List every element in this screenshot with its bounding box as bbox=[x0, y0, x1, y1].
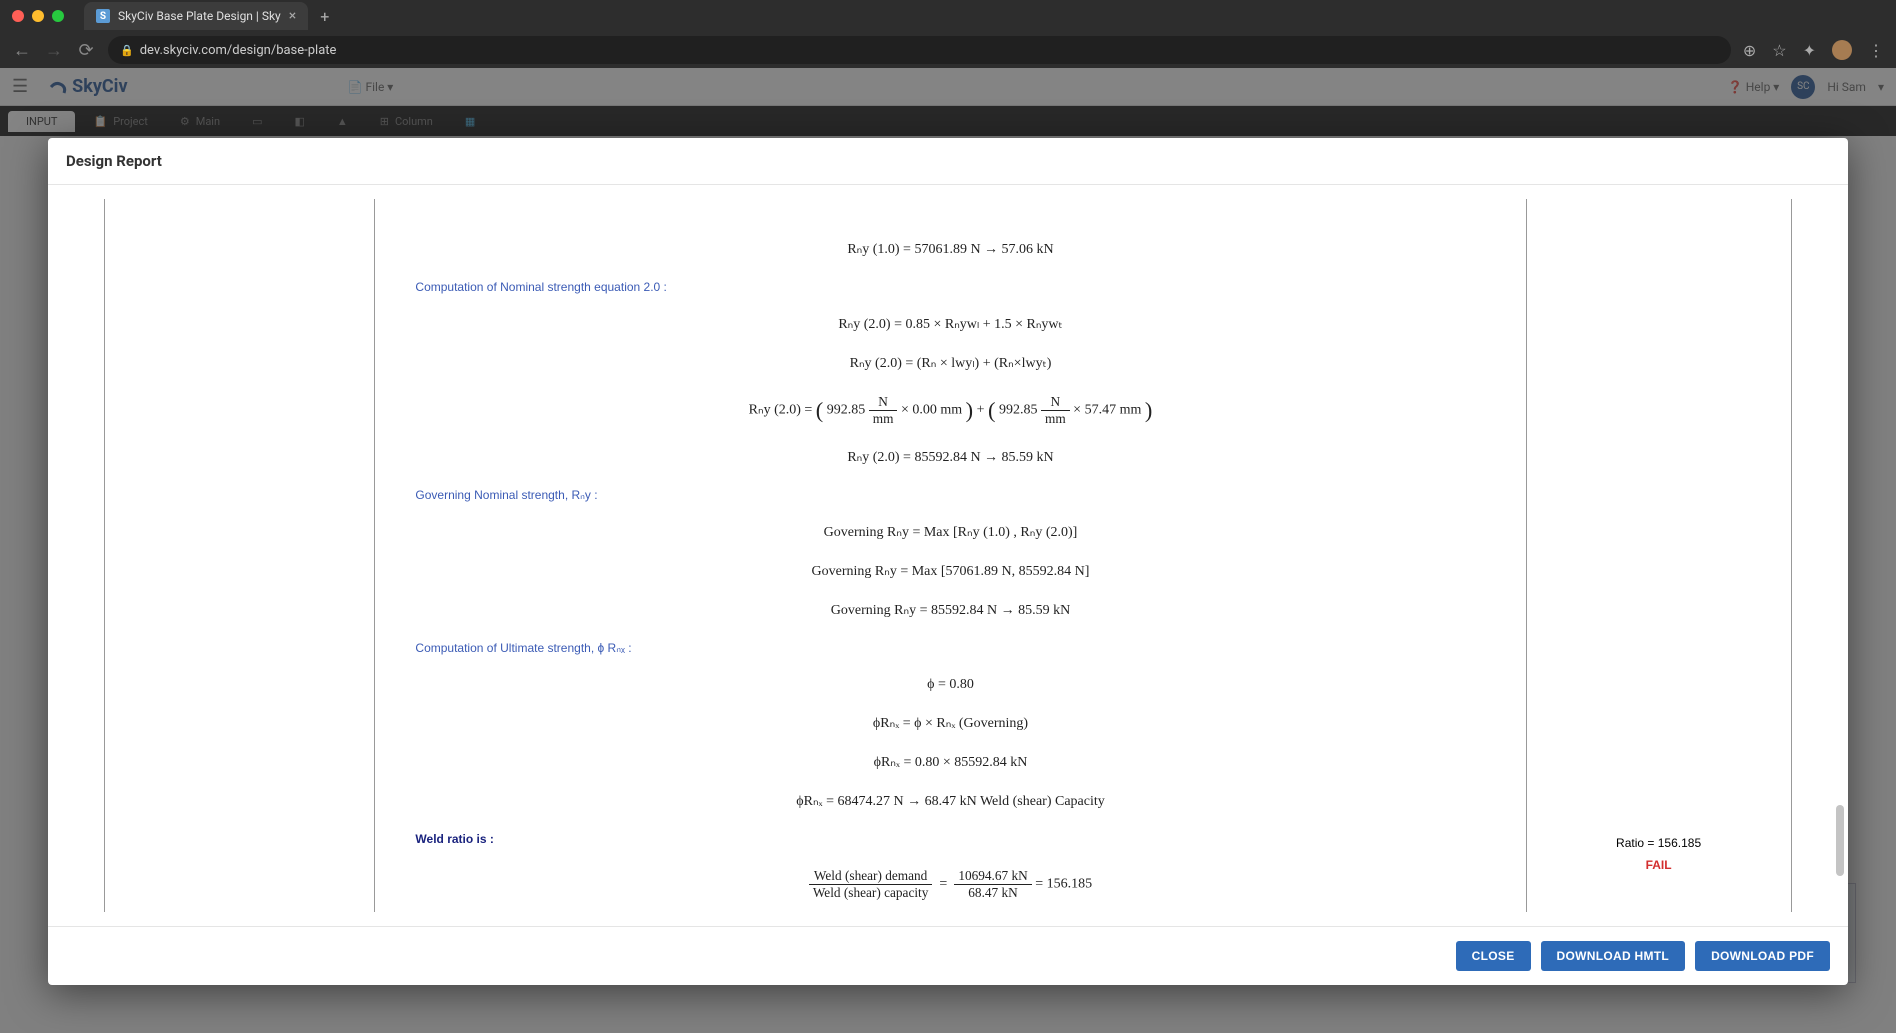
report-page: Rₙy (1.0) = 57061.89 N → 57.06 kN Comput… bbox=[104, 199, 1791, 912]
minimize-window-button[interactable] bbox=[32, 10, 44, 22]
modal-title: Design Report bbox=[48, 138, 1848, 185]
heading-governing: Governing Nominal strength, Rₙy : bbox=[415, 488, 1485, 502]
modal-footer: CLOSE DOWNLOAD HMTL DOWNLOAD PDF bbox=[48, 926, 1848, 985]
equation-6: Governing Rₙy = Max [Rₙy (1.0) , Rₙy (2.… bbox=[415, 524, 1485, 541]
maximize-window-button[interactable] bbox=[52, 10, 64, 22]
heading-nominal: Computation of Nominal strength equation… bbox=[415, 280, 1485, 294]
equation-2: Rₙy (2.0) = 0.85 × Rₙywₗ + 1.5 × Rₙywₜ bbox=[415, 316, 1485, 333]
back-icon[interactable]: ← bbox=[12, 40, 32, 61]
equation-5: Rₙy (2.0) = 85592.84 N → 85.59 kN bbox=[415, 449, 1485, 466]
browser-tab-bar: S SkyCiv Base Plate Design | Sky × + bbox=[0, 0, 1896, 32]
site-favicon: S bbox=[96, 9, 110, 23]
equation-12: ϕRₙₓ = 68474.27 N → 68.47 kN Weld (shear… bbox=[415, 793, 1485, 810]
equation-7: Governing Rₙy = Max [57061.89 N, 85592.8… bbox=[415, 563, 1485, 580]
url-text: dev.skyciv.com/design/base-plate bbox=[140, 43, 337, 58]
equation-8: Governing Rₙy = 85592.84 N → 85.59 kN bbox=[415, 602, 1485, 619]
equation-9: ϕ = 0.80 bbox=[415, 677, 1485, 693]
close-window-button[interactable] bbox=[12, 10, 24, 22]
report-main-column: Rₙy (1.0) = 57061.89 N → 57.06 kN Comput… bbox=[375, 199, 1525, 912]
ratio-value: Ratio = 156.185 bbox=[1527, 836, 1791, 850]
modal-body[interactable]: Rₙy (1.0) = 57061.89 N → 57.06 kN Comput… bbox=[48, 185, 1848, 926]
download-html-button[interactable]: DOWNLOAD HMTL bbox=[1541, 941, 1686, 971]
close-button[interactable]: CLOSE bbox=[1456, 941, 1531, 971]
equation-3: Rₙy (2.0) = (Rₙ × lwyₗ) + (Rₙ×lwyₜ) bbox=[415, 355, 1485, 372]
ratio-summary: Ratio = 156.185 FAIL bbox=[1527, 836, 1791, 872]
heading-weld-ratio: Weld ratio is : bbox=[415, 832, 1485, 846]
window-controls bbox=[12, 10, 64, 22]
close-tab-icon[interactable]: × bbox=[289, 8, 296, 24]
reload-icon[interactable]: ⟳ bbox=[76, 40, 96, 61]
browser-menu-icon[interactable]: ⋮ bbox=[1868, 41, 1884, 60]
equation-4: Rₙy (2.0) = ( 992.85 Nmm × 0.00 mm ) + (… bbox=[415, 394, 1485, 427]
profile-avatar[interactable] bbox=[1832, 40, 1852, 60]
report-left-column bbox=[105, 199, 375, 912]
extensions-icon[interactable]: ✦ bbox=[1803, 41, 1816, 60]
address-bar[interactable]: 🔒 dev.skyciv.com/design/base-plate bbox=[108, 36, 1731, 64]
heading-ultimate: Computation of Ultimate strength, ϕ Rₙₓ … bbox=[415, 641, 1485, 655]
scrollbar[interactable] bbox=[1834, 199, 1844, 912]
equation-10: ϕRₙₓ = ϕ × Rₙₓ (Governing) bbox=[415, 715, 1485, 732]
forward-icon[interactable]: → bbox=[44, 40, 64, 61]
browser-toolbar: ← → ⟳ 🔒 dev.skyciv.com/design/base-plate… bbox=[0, 32, 1896, 68]
equation-1: Rₙy (1.0) = 57061.89 N → 57.06 kN bbox=[415, 241, 1485, 258]
ratio-status: FAIL bbox=[1527, 858, 1791, 872]
tab-title: SkyCiv Base Plate Design | Sky bbox=[118, 9, 281, 23]
lock-icon: 🔒 bbox=[120, 44, 134, 57]
equation-11: ϕRₙₓ = 0.80 × 85592.84 kN bbox=[415, 754, 1485, 771]
report-right-column: Ratio = 156.185 FAIL bbox=[1526, 199, 1791, 912]
design-report-modal: Design Report Rₙy (1.0) = 57061.89 N → 5… bbox=[48, 138, 1848, 985]
zoom-icon[interactable]: ⊕ bbox=[1743, 41, 1756, 60]
equation-ratio: Weld (shear) demand Weld (shear) capacit… bbox=[415, 868, 1485, 901]
new-tab-icon[interactable]: + bbox=[320, 7, 329, 26]
bookmark-icon[interactable]: ☆ bbox=[1772, 41, 1786, 60]
browser-tab[interactable]: S SkyCiv Base Plate Design | Sky × bbox=[84, 2, 308, 30]
scrollbar-thumb[interactable] bbox=[1836, 805, 1844, 876]
download-pdf-button[interactable]: DOWNLOAD PDF bbox=[1695, 941, 1830, 971]
